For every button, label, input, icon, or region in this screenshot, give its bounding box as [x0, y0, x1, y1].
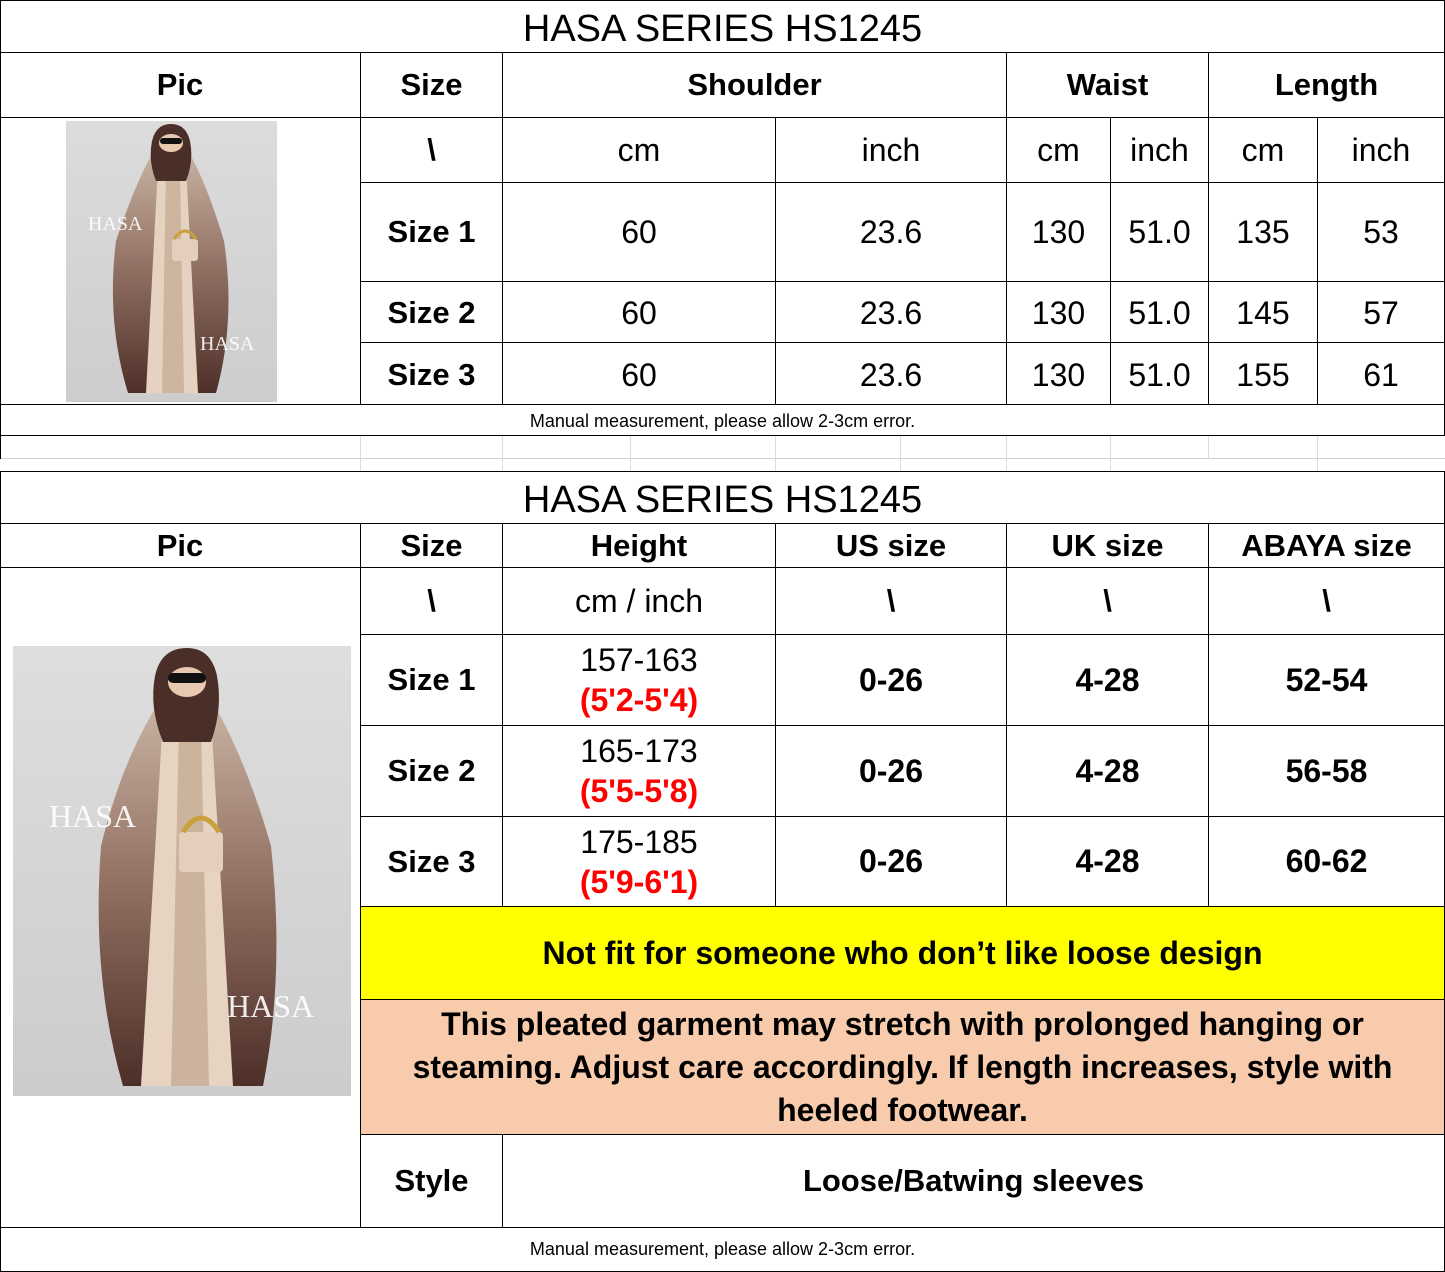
abaya-size: 52-54 [1285, 661, 1368, 698]
waist-cm: 130 [1031, 356, 1086, 393]
watermark: HASA [49, 798, 137, 834]
abaya-size: 56-58 [1285, 752, 1368, 789]
row-label: Size 1 [387, 662, 476, 697]
unit-abaya: \ [1322, 583, 1331, 618]
measurement-note: Manual measurement, please allow 2-3cm e… [529, 1239, 916, 1259]
header-shoulder: Shoulder [687, 67, 822, 102]
waist-inch: 51.0 [1128, 294, 1191, 331]
table-title: HASA SERIES HS1245 [522, 478, 923, 521]
length-cm: 145 [1236, 294, 1290, 331]
unit-height: cm / inch [574, 582, 704, 619]
shoulder-cm: 60 [621, 294, 657, 331]
unit-length-inch: inch [1351, 131, 1411, 168]
unit-us: \ [886, 583, 896, 618]
table-title: HASA SERIES HS1245 [522, 7, 923, 50]
row-label: Size 2 [387, 295, 476, 330]
header-abaya-size: ABAYA size [1241, 527, 1412, 563]
care-note: This pleated garment may stretch with pr… [361, 1000, 1444, 1134]
unit-size: \ [427, 132, 436, 167]
watermark: HASA [200, 333, 255, 355]
watermark: HASA [227, 988, 315, 1024]
watermark: HASA [88, 213, 143, 235]
abaya-figure-illustration [13, 646, 351, 1096]
abaya-figure-illustration [66, 121, 277, 402]
header-pic: Pic [156, 67, 204, 102]
height-cm: 175-185 [580, 823, 698, 860]
uk-size: 4-28 [1075, 661, 1140, 698]
header-size: Size [400, 67, 463, 102]
shoulder-inch: 23.6 [859, 213, 923, 250]
style-label: Style [394, 1163, 469, 1198]
waist-cm: 130 [1031, 294, 1086, 331]
uk-size: 4-28 [1075, 752, 1140, 789]
height-ft: (5'2-5'4) [579, 682, 699, 718]
unit-length-cm: cm [1241, 131, 1285, 168]
header-us-size: US size [835, 527, 947, 563]
shoulder-inch: 23.6 [859, 356, 923, 393]
unit-uk: \ [1103, 583, 1112, 618]
fit-warning: Not fit for someone who don’t like loose… [361, 907, 1444, 999]
product-photo: HASA HASA [13, 646, 351, 1096]
style-value: Loose/Batwing sleeves [802, 1163, 1145, 1198]
waist-inch: 51.0 [1128, 356, 1191, 393]
length-inch: 57 [1363, 294, 1399, 331]
height-cm: 165-173 [580, 733, 698, 769]
height-cm: 157-163 [580, 642, 698, 678]
height-ft: (5'9-6'1) [579, 863, 699, 900]
row-label: Size 3 [387, 357, 476, 392]
length-cm: 155 [1236, 356, 1290, 393]
header-pic: Pic [156, 527, 204, 563]
product-photo: HASA HASA [66, 121, 277, 402]
height-ft: (5'5-5'8) [579, 773, 699, 809]
length-cm: 135 [1236, 213, 1290, 250]
shoulder-inch: 23.6 [859, 294, 923, 331]
height-cell: 175-185 (5'9-6'1) [503, 817, 775, 906]
us-size: 0-26 [858, 661, 924, 698]
length-inch: 53 [1363, 213, 1399, 250]
waist-inch: 51.0 [1128, 213, 1191, 250]
unit-waist-inch: inch [1130, 131, 1189, 168]
us-size: 0-26 [858, 752, 924, 789]
header-height: Height [590, 527, 688, 563]
waist-cm: 130 [1031, 213, 1086, 250]
header-waist: Waist [1066, 67, 1149, 102]
header-uk-size: UK size [1051, 527, 1164, 563]
uk-size: 4-28 [1075, 843, 1140, 879]
height-cell: 165-173 (5'5-5'8) [503, 726, 775, 816]
measurement-note: Manual measurement, please allow 2-3cm e… [529, 410, 916, 431]
unit-shoulder-inch: inch [861, 131, 921, 168]
unit-waist-cm: cm [1037, 131, 1080, 168]
shoulder-cm: 60 [621, 213, 657, 250]
unit-size: \ [427, 583, 436, 618]
length-inch: 61 [1363, 356, 1399, 393]
height-cell: 157-163 (5'2-5'4) [503, 635, 775, 725]
shoulder-cm: 60 [621, 356, 657, 393]
row-label: Size 2 [387, 753, 476, 788]
unit-shoulder-cm: cm [617, 131, 661, 168]
header-size: Size [400, 527, 463, 563]
abaya-size: 60-62 [1285, 843, 1368, 879]
us-size: 0-26 [858, 843, 924, 879]
row-label: Size 1 [387, 214, 476, 249]
row-label: Size 3 [387, 843, 476, 879]
header-length: Length [1274, 67, 1379, 102]
